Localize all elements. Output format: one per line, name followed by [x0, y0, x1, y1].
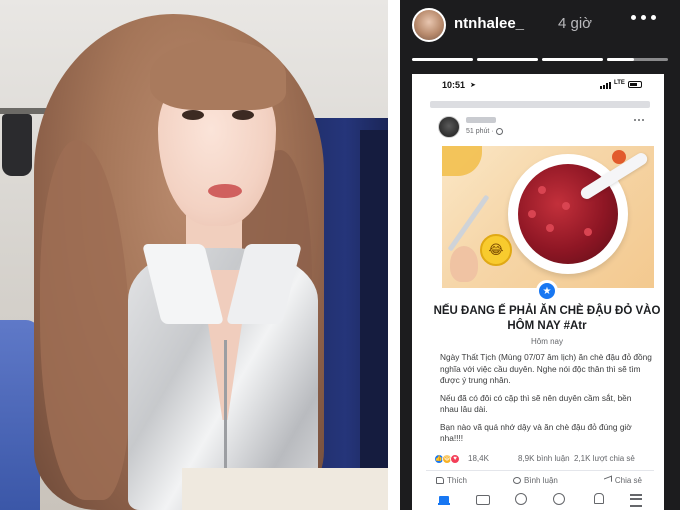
watch-tab-icon[interactable] — [476, 493, 491, 505]
selfie-photo — [0, 0, 388, 510]
progress-fill — [607, 58, 635, 61]
share-button[interactable]: Chia sẻ — [603, 474, 642, 486]
left-eye — [182, 110, 204, 120]
post-image[interactable]: 😂 — [442, 146, 654, 288]
dot-separator: · — [491, 128, 494, 135]
post-time: 51 phút — [466, 128, 490, 135]
menu-tab-icon[interactable] — [629, 493, 642, 507]
panel-divider — [388, 0, 400, 510]
laughing-emoji-icon: 😂 — [480, 234, 512, 266]
right-eye — [232, 110, 254, 120]
door-shadow — [360, 130, 388, 510]
share-count[interactable]: 2,1K lượt chia sẻ — [574, 454, 635, 463]
profile-tab-icon[interactable] — [514, 493, 527, 505]
hanging-coat — [2, 114, 32, 176]
bean — [546, 224, 554, 232]
comment-icon — [513, 476, 522, 484]
like-label: Thích — [447, 475, 468, 485]
status-time: 10:51 — [442, 80, 466, 90]
page-name-redacted[interactable] — [466, 117, 496, 123]
notifications-tab-icon[interactable] — [592, 493, 604, 505]
reactions-bar: 👍 😆 ♥ 18,4K 8,9K bình luận 2,1K lượt chi… — [434, 454, 652, 466]
progress-segment — [477, 58, 538, 61]
post-more-icon[interactable] — [634, 119, 644, 121]
post-paragraph: Bạn nào vã quá nhớ dậy và ăn chè đậu đỏ … — [440, 421, 632, 444]
star-badge-icon: ★ — [536, 280, 558, 302]
noodles — [442, 146, 482, 176]
post-paragraph: Nếu đã có đôi có cặp thì sẽ nên duyên cầ… — [440, 392, 632, 415]
search-bar[interactable] — [430, 101, 650, 108]
bean — [562, 202, 570, 210]
like-button[interactable]: Thích — [436, 474, 467, 486]
love-reaction-icon: ♥ — [450, 454, 460, 464]
groups-tab-icon[interactable] — [553, 493, 566, 505]
thumbs-up-icon — [436, 476, 444, 484]
bean — [584, 228, 592, 236]
comment-count[interactable]: 8,9K bình luận — [518, 454, 570, 463]
bean — [528, 210, 536, 218]
lips — [208, 184, 242, 198]
signal-icon — [600, 82, 611, 89]
story-progress — [412, 58, 668, 61]
bangs — [150, 40, 286, 110]
post-actions: Thích Bình luận Chia sẻ — [426, 470, 654, 486]
battery-icon — [628, 81, 642, 88]
post-meta: 51 phút · — [466, 128, 503, 135]
facebook-tab-bar — [426, 488, 654, 510]
post-date: Hôm nay — [530, 337, 563, 346]
instagram-story: ntnhalee_ 4 giờ 10:51 ➤ LTE 51 phút · 😂 … — [400, 0, 680, 510]
comment-label: Bình luận — [524, 475, 558, 485]
progress-segment — [412, 58, 473, 61]
hand — [450, 246, 478, 282]
progress-segment — [542, 58, 603, 61]
story-username[interactable]: ntnhalee_ — [454, 15, 524, 32]
post-title: NẾU ĐANG Ế PHẢI ĂN CHÈ ĐẬU ĐỎ VÀO HÔM NA… — [433, 305, 661, 332]
network-label: LTE — [614, 80, 625, 86]
home-tab-icon[interactable] — [438, 493, 450, 505]
bean — [538, 186, 546, 194]
post-header: 51 phút · — [430, 116, 650, 146]
phone-status-bar: 10:51 ➤ LTE — [412, 74, 664, 96]
reaction-icons[interactable]: 👍 😆 ♥ — [434, 454, 460, 464]
reaction-count[interactable]: 18,4K — [468, 454, 489, 463]
share-icon — [603, 475, 612, 485]
share-label: Chia sẻ — [614, 475, 642, 485]
page-avatar[interactable] — [438, 116, 460, 138]
desk — [182, 468, 388, 510]
story-avatar[interactable] — [412, 8, 446, 42]
post-paragraph: Ngày Thất Tịch (Mùng 07/07 âm lịch) ăn c… — [440, 352, 652, 385]
facebook-screenshot: 10:51 ➤ LTE 51 phút · 😂 ★ NẾU ĐANG Ế PHẢ… — [412, 74, 664, 510]
globe-icon — [495, 128, 503, 135]
story-time: 4 giờ — [558, 15, 593, 32]
more-options-icon[interactable] — [631, 15, 656, 20]
post-body: Ngày Thất Tịch (Mùng 07/07 âm lịch) ăn c… — [440, 352, 652, 451]
location-arrow-icon: ➤ — [470, 82, 476, 89]
progress-segment-current — [607, 58, 668, 61]
comment-button[interactable]: Bình luận — [513, 474, 558, 486]
